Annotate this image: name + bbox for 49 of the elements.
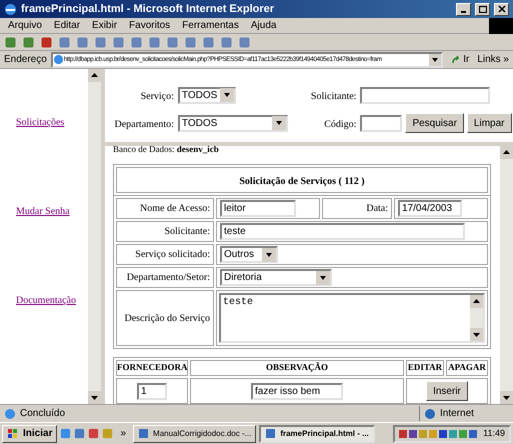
form-title: Solicitação de Serviços ( 112 ) [239,176,365,187]
sidebar-link[interactable]: Mudar Senha [16,204,88,219]
department-select[interactable]: TODOS [178,114,288,132]
menu-item[interactable]: Exibir [92,18,118,33]
column-header: EDITAR [408,362,442,372]
service-select[interactable]: TODOS [178,86,236,104]
status-text: Concluído [20,407,66,421]
field-label: Descrição do Serviço [124,312,210,324]
insert-button[interactable]: Inserir [426,381,468,401]
sidebar-link[interactable]: Documentação [16,293,88,308]
field-label: Nome de Acesso: [140,203,210,214]
department-select[interactable]: Diretoria [220,269,332,286]
field-label: Data: [366,203,388,214]
go-button[interactable]: Ir [447,52,474,67]
window-title: framePrincipal.html - Microsoft Internet Explorer [21,2,276,17]
field-label: Departamento/Setor: [126,272,210,283]
taskbar-button[interactable]: framePrincipal.html - ... [259,424,375,442]
field-label: Solicitante: [310,91,356,102]
username-field[interactable]: leitor [220,200,296,217]
menu-item[interactable]: Editar [54,18,80,33]
service-select[interactable]: Outros [220,246,278,263]
sidebar-link[interactable]: Solicitações [16,115,88,130]
clear-button[interactable]: Limpar [466,113,512,133]
field-label: Código: [324,119,356,130]
requester-field[interactable]: teste [220,223,465,240]
menu-item[interactable]: Favoritos [129,18,170,33]
taskbar-button[interactable]: ManualCorrigidodoc.doc -... [133,424,256,442]
field-label: Serviço solicitado: [135,249,210,260]
field-label: Departamento: [114,119,174,130]
field-label: Serviço: [140,91,174,102]
clock: 11:49 [483,426,505,440]
description-field[interactable]: teste [219,293,485,343]
menu-item[interactable]: Arquivo [8,18,42,33]
address-label: Endereço [4,53,47,67]
menu-item[interactable]: Ferramentas [182,18,239,33]
supplier-field[interactable]: 1 [137,382,167,400]
menu-item[interactable]: Ajuda [250,18,276,33]
column-header: FORNECEDORA [117,362,188,372]
database-info: Banco de Dados: desenv_icb [113,146,220,154]
column-header: APAGAR [448,362,486,372]
links-button[interactable]: Links » [477,52,509,67]
column-header: OBSERVAÇÃO [266,362,328,372]
chevron-button[interactable]: » [116,426,130,441]
search-button[interactable]: Pesquisar [405,113,464,133]
observation-field[interactable]: fazer isso bem [251,382,343,400]
field-label: Solicitante: [164,226,210,237]
date-field[interactable]: 17/04/2003 [398,200,462,217]
start-button[interactable]: Iniciar [2,424,58,442]
zone-text: Internet [440,407,474,421]
